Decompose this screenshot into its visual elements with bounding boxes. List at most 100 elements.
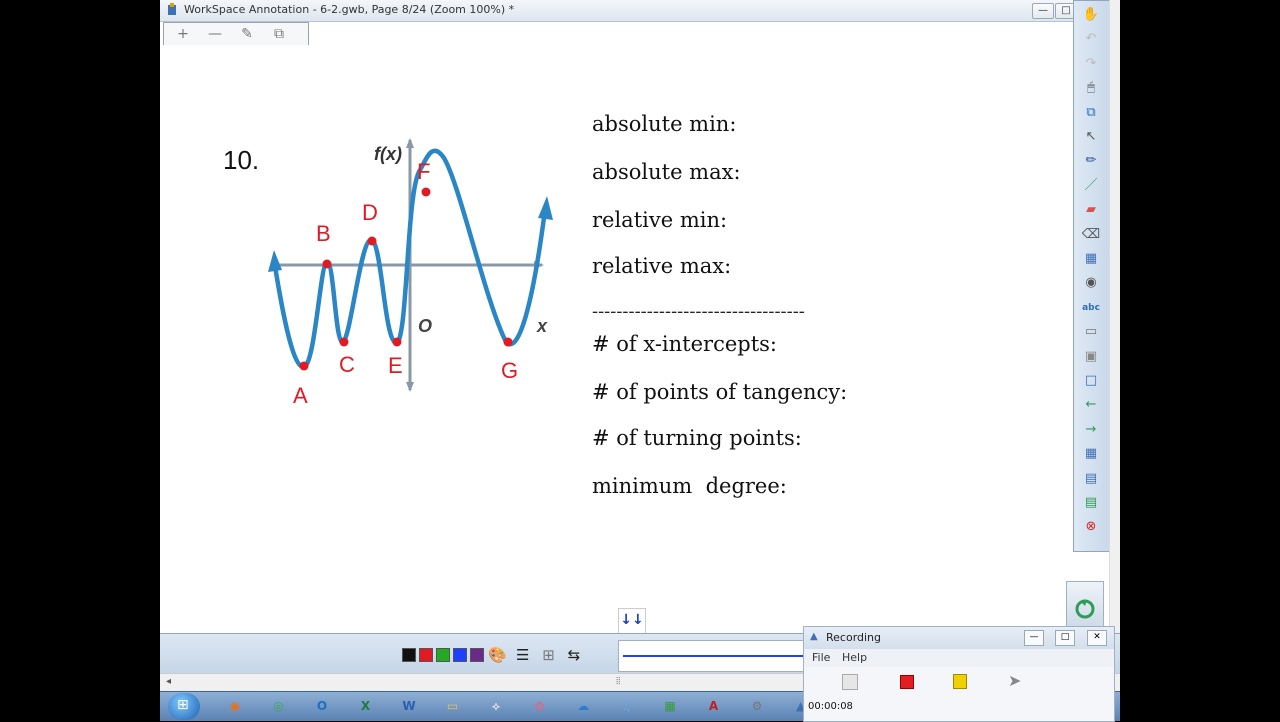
plus-icon[interactable]: + xyxy=(170,25,196,43)
recording-menu-bar: File Help xyxy=(804,649,1114,667)
green-app-icon[interactable]: ▦ xyxy=(653,695,687,717)
label-A: A xyxy=(293,383,308,408)
network-icon[interactable]: ⟡ xyxy=(479,695,513,717)
title-bar: WorkSpace Annotation - 6-2.gwb, Page 8/2… xyxy=(160,0,1120,22)
recording-title: Recording xyxy=(826,631,882,644)
fx-label: f(x) xyxy=(374,144,402,164)
undo-icon[interactable]: ↶ xyxy=(1079,29,1103,49)
recycle-bin-button[interactable] xyxy=(1066,581,1104,627)
paint-icon[interactable]: ✿ xyxy=(523,695,557,717)
recording-close-button[interactable]: ✕ xyxy=(1087,630,1107,646)
recording-window: ▲ Recording — □ ✕ File Help ➤ 00:00:08 xyxy=(803,626,1115,722)
mouse-icon[interactable]: 🖱 xyxy=(1079,78,1103,98)
copy-page-icon[interactable]: ⧉ xyxy=(1079,103,1103,123)
recording-title-bar: ▲ Recording — □ ✕ xyxy=(804,627,1114,649)
vertical-scrollbar[interactable] xyxy=(1109,0,1120,633)
line-weight-icon[interactable]: ☰ xyxy=(516,646,529,664)
layers-icon[interactable]: ⧉ xyxy=(266,25,292,43)
hand-icon[interactable]: ✋ xyxy=(1079,5,1103,25)
select-arrow-icon[interactable]: ↖ xyxy=(1079,127,1103,147)
point-B xyxy=(322,259,332,269)
workspace-app-icon xyxy=(168,3,176,15)
next-page-icon[interactable]: → xyxy=(1079,420,1103,440)
point-D xyxy=(367,236,377,246)
word-icon[interactable]: W xyxy=(392,695,426,717)
x-intercepts-label: # of x-intercepts: xyxy=(592,332,778,356)
curve-right-arrow xyxy=(538,196,553,220)
recycle-icon xyxy=(1075,599,1095,619)
black-swatch[interactable] xyxy=(402,648,416,662)
point-G xyxy=(503,337,513,347)
minus-icon[interactable]: — xyxy=(202,25,228,43)
previous-page-icon[interactable]: ← xyxy=(1079,395,1103,415)
firefox-icon[interactable]: ◉ xyxy=(218,695,252,717)
relative-max-label: relative max: xyxy=(592,254,732,278)
eraser-icon[interactable]: ⌫ xyxy=(1079,225,1103,245)
arrow-style-icon[interactable]: ⇆ xyxy=(568,646,581,664)
line-preview[interactable] xyxy=(618,640,820,672)
blue-swatch[interactable] xyxy=(453,648,467,662)
label-D: D xyxy=(362,200,378,225)
divider-line: ----------------------------------- xyxy=(592,301,805,322)
folder-icon[interactable]: ▭ xyxy=(436,695,470,717)
point-C xyxy=(339,337,349,347)
stop-button[interactable] xyxy=(900,675,914,689)
onedrive-icon[interactable]: ☁ xyxy=(566,695,600,717)
taskbar-apps: ◉ ◎ O X W ▭ ⟡ ✿ ☁ ♫ ▦ A ⚙ ▲ xyxy=(218,692,818,721)
curve-left-arrow xyxy=(268,250,282,272)
pen-edit-icon[interactable]: ✎ xyxy=(234,25,260,43)
itunes-icon[interactable]: ♫ xyxy=(610,695,644,717)
acrobat-icon[interactable]: A xyxy=(697,695,731,717)
point-E xyxy=(392,337,402,347)
purple-swatch[interactable] xyxy=(470,648,484,662)
tools-icon[interactable]: ⚙ xyxy=(740,695,774,717)
recording-minimize-button[interactable]: — xyxy=(1024,630,1044,646)
pen-icon[interactable]: ✏ xyxy=(1079,151,1103,171)
scroll-thumb-grip-icon[interactable]: ⦙⦙ xyxy=(616,676,620,687)
screen-shade-icon[interactable]: ▭ xyxy=(1079,322,1103,342)
text-abc-icon[interactable]: abc xyxy=(1079,298,1103,318)
right-tool-palette: ✋ ↶ ↷ 🖱 ⧉ ↖ ✏ ／ ▰ ⌫ ▦ ◉ abc ▭ ▣ □ ← → ▦ ▤ ▤ ⊗ xyxy=(1073,0,1111,552)
page-scroll-arrows[interactable]: ↓↓ xyxy=(618,608,646,634)
minimize-button[interactable]: — xyxy=(1032,3,1054,19)
play-icon[interactable]: ➤ xyxy=(1008,671,1021,690)
fill-icon[interactable]: ⊞ xyxy=(542,646,555,664)
save-icon[interactable]: ▤ xyxy=(1079,469,1103,489)
camera-icon[interactable]: ◉ xyxy=(1079,273,1103,293)
highlighter-icon[interactable]: ▰ xyxy=(1079,200,1103,220)
chrome-icon[interactable]: ◎ xyxy=(262,695,296,717)
origin-label: O xyxy=(418,316,432,336)
record-button-disabled[interactable] xyxy=(842,674,858,690)
point-F xyxy=(421,187,431,197)
spotlight-icon[interactable]: ▣ xyxy=(1079,347,1103,367)
palette-icon[interactable]: 🎨 xyxy=(488,646,507,664)
menu-file[interactable]: File xyxy=(812,651,830,664)
recording-maximize-button[interactable]: □ xyxy=(1055,630,1075,646)
excel-icon[interactable]: X xyxy=(349,695,383,717)
point-A xyxy=(299,361,309,371)
points-of-tangency-label: # of points of tangency: xyxy=(592,380,848,404)
table-icon[interactable]: ▦ xyxy=(1079,444,1103,464)
new-page-icon[interactable]: □ xyxy=(1079,371,1103,391)
redo-icon[interactable]: ↷ xyxy=(1079,54,1103,74)
menu-help[interactable]: Help xyxy=(842,651,867,664)
windows-logo-icon: ⊞ xyxy=(177,697,189,713)
start-button[interactable]: ⊞ xyxy=(168,693,200,720)
scroll-left-icon[interactable]: ◂ xyxy=(166,676,171,687)
print-icon[interactable]: ▤ xyxy=(1079,493,1103,513)
window-title: WorkSpace Annotation - 6-2.gwb, Page 8/2… xyxy=(184,3,515,16)
x-label: x xyxy=(536,316,548,336)
outlook-icon[interactable]: O xyxy=(305,695,339,717)
turning-points-label: # of turning points: xyxy=(592,426,802,450)
recording-app-icon: ▲ xyxy=(810,631,818,642)
close-icon[interactable]: ⊗ xyxy=(1079,517,1103,537)
ruler-icon[interactable]: ▦ xyxy=(1079,249,1103,269)
green-swatch[interactable] xyxy=(436,648,450,662)
green-pen-icon[interactable]: ／ xyxy=(1079,176,1103,196)
pause-button[interactable] xyxy=(953,674,967,689)
function-graph: f(x) O x A B C D E F G xyxy=(268,138,553,408)
red-swatch[interactable] xyxy=(419,648,433,662)
notebook-page[interactable]: 10. f(x) O x A B C D E F G absolute min:… xyxy=(160,45,1072,633)
label-G: G xyxy=(501,358,518,383)
minimum-degree-label: minimum degree: xyxy=(592,474,787,498)
